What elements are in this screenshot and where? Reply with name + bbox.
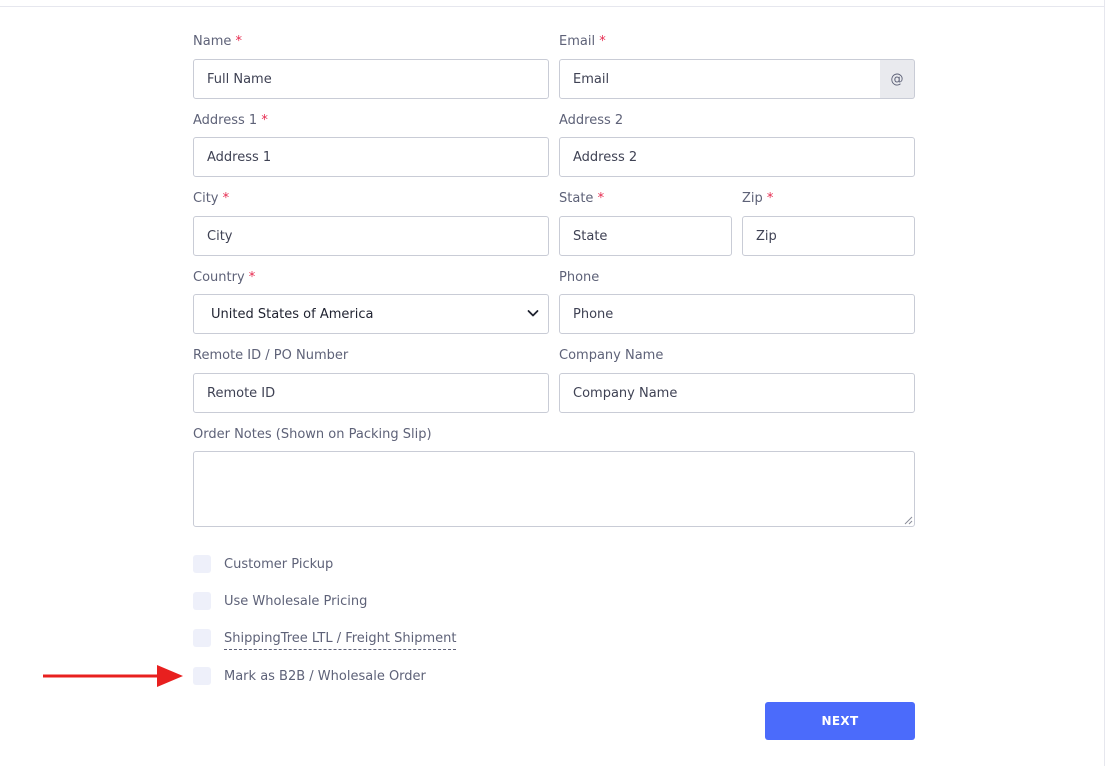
country-select[interactable]: United States of America [193,294,549,334]
name-label: Name * [193,34,242,49]
state-input[interactable] [559,216,732,256]
resize-grip-icon[interactable] [904,516,913,525]
remote-id-label: Remote ID / PO Number [193,348,349,363]
address1-input[interactable] [193,137,549,177]
order-notes-textarea[interactable] [193,451,915,527]
zip-input[interactable] [742,216,915,256]
ltl-freight-option[interactable]: ShippingTree LTL / Freight Shipment [193,628,457,650]
ltl-freight-checkbox[interactable] [193,629,211,647]
b2b-wholesale-option[interactable]: Mark as B2B / Wholesale Order [193,666,426,686]
phone-label: Phone [559,270,600,285]
address2-label: Address 2 [559,113,624,128]
customer-pickup-option[interactable]: Customer Pickup [193,554,333,574]
country-label: Country * [193,270,256,285]
address1-label: Address 1 * [193,113,268,128]
company-name-input[interactable] [559,373,915,413]
wholesale-pricing-checkbox[interactable] [193,592,211,610]
top-divider [0,6,1105,7]
wholesale-pricing-label: Use Wholesale Pricing [224,593,368,609]
company-name-label: Company Name [559,348,664,363]
next-button[interactable]: NEXT [765,702,915,740]
name-input[interactable] [193,59,549,99]
customer-pickup-label: Customer Pickup [224,556,334,572]
ltl-freight-label: ShippingTree LTL / Freight Shipment [224,631,457,650]
customer-pickup-checkbox[interactable] [193,555,211,573]
email-input[interactable] [559,59,881,99]
remote-id-input[interactable] [193,373,549,413]
zip-label: Zip * [742,191,774,206]
email-label: Email * [559,34,606,49]
chevron-down-icon [527,310,539,317]
email-at-addon: @ [880,59,915,99]
phone-input[interactable] [559,294,915,334]
right-divider [1104,0,1105,766]
city-input[interactable] [193,216,549,256]
b2b-wholesale-checkbox[interactable] [193,667,211,685]
address2-input[interactable] [559,137,915,177]
country-select-value: United States of America [211,306,374,322]
wholesale-pricing-option[interactable]: Use Wholesale Pricing [193,591,367,611]
city-label: City * [193,191,230,206]
state-label: State * [559,191,605,206]
red-arrow-annotation [43,665,183,687]
order-notes-label: Order Notes (Shown on Packing Slip) [193,427,432,442]
b2b-wholesale-label: Mark as B2B / Wholesale Order [224,668,426,684]
